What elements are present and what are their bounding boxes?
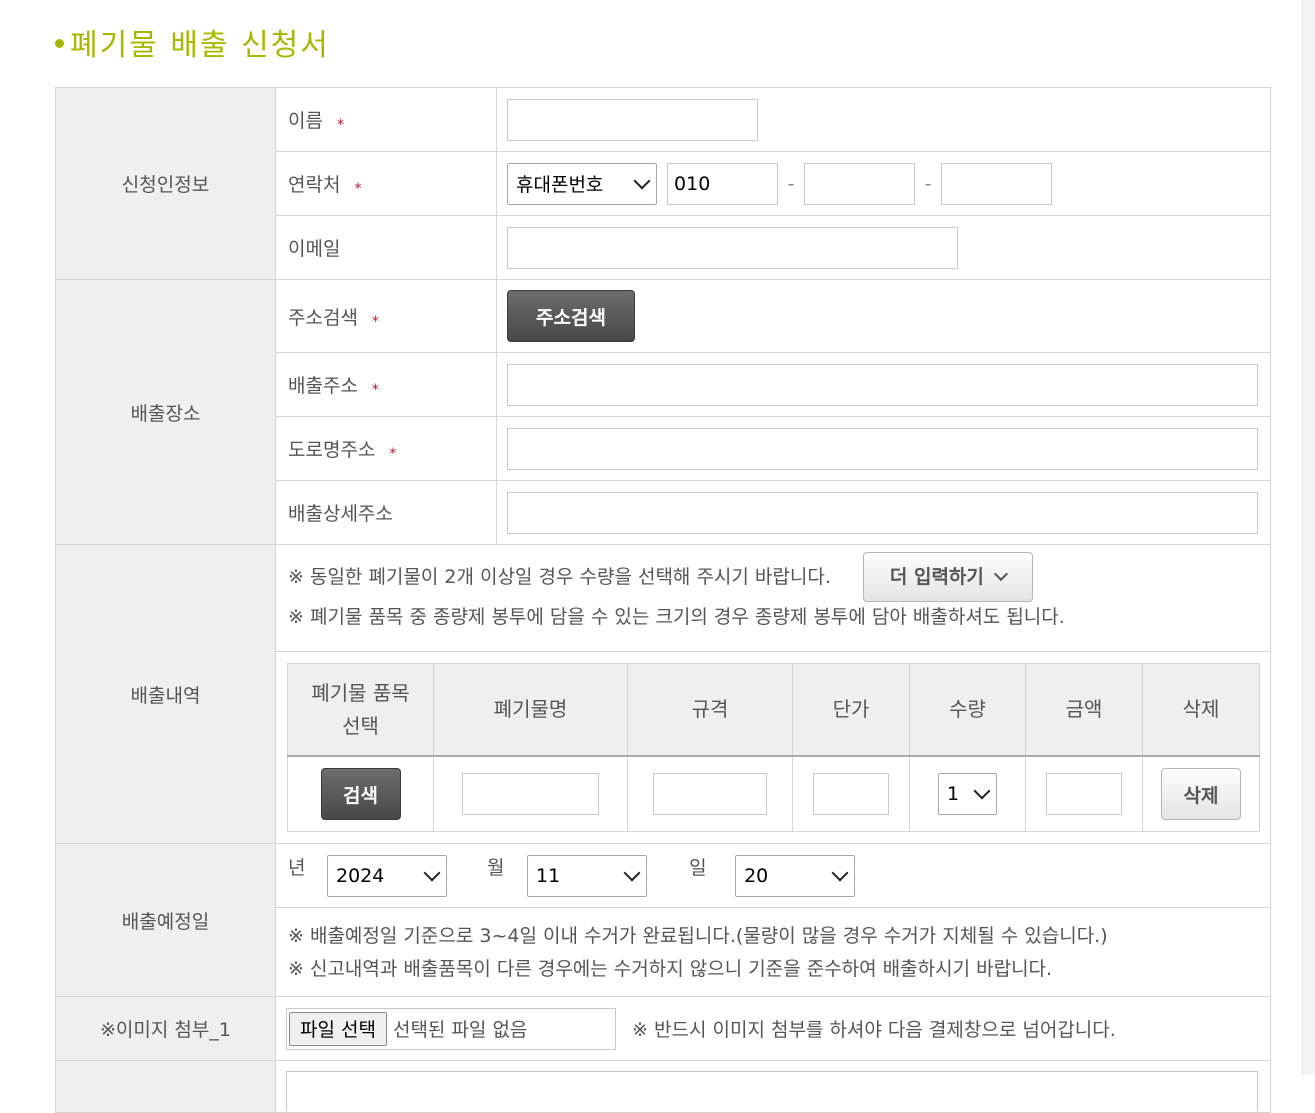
road-address-label: 도로명주소 * bbox=[275, 416, 497, 481]
phone-last-input[interactable] bbox=[941, 162, 1053, 205]
phone-separator: - bbox=[924, 172, 932, 195]
item-search-button[interactable]: 검색 bbox=[320, 768, 401, 820]
section-location: 배출장소 bbox=[55, 279, 276, 545]
more-input-label: 더 입력하기 bbox=[889, 566, 984, 588]
email-input[interactable] bbox=[507, 226, 958, 269]
phone-separator: - bbox=[787, 172, 795, 195]
delete-row-button[interactable]: 삭제 bbox=[1161, 768, 1241, 820]
address-search-button[interactable]: 주소검색 bbox=[507, 290, 635, 342]
address-input[interactable] bbox=[507, 363, 1258, 406]
file-input[interactable]: 파일 선택 선택된 파일 없음 bbox=[286, 1007, 616, 1050]
year-label: 년 bbox=[288, 856, 306, 879]
chevron-down-icon bbox=[993, 566, 1008, 582]
col-select: 폐기물 품목선택 bbox=[287, 663, 434, 757]
page-scrollbar[interactable] bbox=[1302, 0, 1315, 1075]
application-form: 신청인정보 이름 * 연락처 * 휴대폰번호 - - 이메일 배출장소 주소검색 * 주… bbox=[55, 87, 1271, 1113]
month-value: 11 bbox=[536, 864, 561, 887]
detail-address-label: 배출상세주소 bbox=[275, 480, 497, 545]
page-title: 폐기물 배출 신청서 bbox=[55, 20, 330, 64]
chevron-down-icon bbox=[623, 864, 641, 881]
phone-type-value: 휴대폰번호 bbox=[516, 174, 604, 196]
detail-address-input[interactable] bbox=[507, 491, 1258, 534]
contact-label-text: 연락처 bbox=[288, 174, 341, 196]
col-select-line2: 선택 bbox=[342, 713, 379, 738]
quantity-value: 1 bbox=[947, 783, 960, 805]
month-select[interactable]: 11 bbox=[527, 854, 648, 897]
address-search-label: 주소검색 * bbox=[275, 279, 497, 353]
required-mark: * bbox=[354, 181, 362, 197]
items-note-bag: ※ 폐기물 품목 중 종량제 봉투에 담을 수 있는 크기의 경우 종량제 봉투… bbox=[288, 606, 1065, 628]
chevron-down-icon bbox=[423, 864, 441, 881]
required-mark: * bbox=[389, 446, 397, 462]
spec-input[interactable] bbox=[653, 773, 767, 815]
bullet-dot-icon bbox=[55, 39, 64, 48]
contact-label: 연락처 * bbox=[275, 151, 497, 216]
quantity-select[interactable]: 1 bbox=[938, 773, 997, 815]
year-select[interactable]: 2024 bbox=[327, 854, 447, 897]
day-label: 일 bbox=[689, 856, 707, 879]
address-search-label-text: 주소검색 bbox=[288, 306, 358, 329]
unit-price-input[interactable] bbox=[813, 773, 889, 815]
month-label: 월 bbox=[487, 856, 505, 879]
name-label-text: 이름 bbox=[288, 110, 323, 132]
waste-items-table: 폐기물 품목선택 폐기물명 규격 단가 수량 금액 삭제 검색 1 삭제 bbox=[287, 663, 1260, 832]
more-input-button[interactable]: 더 입력하기 bbox=[862, 552, 1033, 602]
date-note-rule: ※ 신고내역과 배출품목이 다른 경우에는 수거하지 않으니 기준을 준수하여 … bbox=[288, 958, 1053, 980]
col-unit-price: 단가 bbox=[792, 663, 910, 757]
required-mark: * bbox=[371, 382, 379, 398]
chevron-down-icon bbox=[831, 864, 849, 881]
year-value: 2024 bbox=[336, 864, 385, 887]
col-select-line1: 폐기물 품목 bbox=[311, 680, 410, 705]
col-name: 폐기물명 bbox=[433, 663, 628, 757]
waste-name-input[interactable] bbox=[462, 773, 599, 815]
items-note-quantity: ※ 동일한 폐기물이 2개 이상일 경우 수량을 선택해 주시기 바랍니다. bbox=[288, 566, 831, 588]
amount-input[interactable] bbox=[1046, 773, 1122, 815]
section-items: 배출내역 bbox=[55, 544, 276, 844]
page-title-text: 폐기물 배출 신청서 bbox=[70, 28, 330, 63]
col-delete: 삭제 bbox=[1142, 663, 1260, 757]
col-amount: 금액 bbox=[1025, 663, 1143, 757]
address-label-text: 배출주소 bbox=[288, 375, 358, 397]
road-address-input[interactable] bbox=[507, 427, 1258, 470]
address-label: 배출주소 * bbox=[275, 352, 497, 417]
section-attachment: ※이미지 첨부_1 bbox=[55, 996, 276, 1061]
table-row: 검색 1 삭제 bbox=[287, 755, 1260, 832]
day-select[interactable]: 20 bbox=[735, 854, 856, 897]
email-label: 이메일 bbox=[275, 215, 497, 280]
name-input[interactable] bbox=[507, 98, 758, 141]
day-value: 20 bbox=[744, 864, 769, 887]
phone-middle-input[interactable] bbox=[804, 162, 916, 205]
chevron-down-icon bbox=[633, 172, 651, 189]
col-quantity: 수량 bbox=[909, 663, 1026, 757]
section-date: 배출예정일 bbox=[55, 843, 276, 997]
next-field-input[interactable] bbox=[286, 1071, 1258, 1111]
file-select-button[interactable]: 파일 선택 bbox=[289, 1011, 387, 1046]
col-spec: 규격 bbox=[627, 663, 793, 757]
required-mark: * bbox=[336, 117, 344, 133]
name-label: 이름 * bbox=[275, 87, 497, 152]
date-note-collection: ※ 배출예정일 기준으로 3~4일 이내 수거가 완료됩니다.(물량이 많을 경… bbox=[288, 925, 1108, 947]
phone-prefix-input[interactable] bbox=[667, 162, 779, 205]
phone-type-select[interactable]: 휴대폰번호 bbox=[507, 162, 657, 205]
file-status-text: 선택된 파일 없음 bbox=[392, 1019, 528, 1041]
required-mark: * bbox=[371, 313, 379, 330]
attachment-note: ※ 반드시 이미지 첨부를 하셔야 다음 결제창으로 넘어갑니다. bbox=[632, 1019, 1116, 1041]
section-applicant: 신청인정보 bbox=[55, 87, 276, 280]
road-address-label-text: 도로명주소 bbox=[288, 439, 376, 461]
items-notes: ※ 동일한 폐기물이 2개 이상일 경우 수량을 선택해 주시기 바랍니다. 더… bbox=[275, 544, 1271, 652]
chevron-down-icon bbox=[973, 782, 991, 800]
section-next bbox=[55, 1060, 276, 1113]
